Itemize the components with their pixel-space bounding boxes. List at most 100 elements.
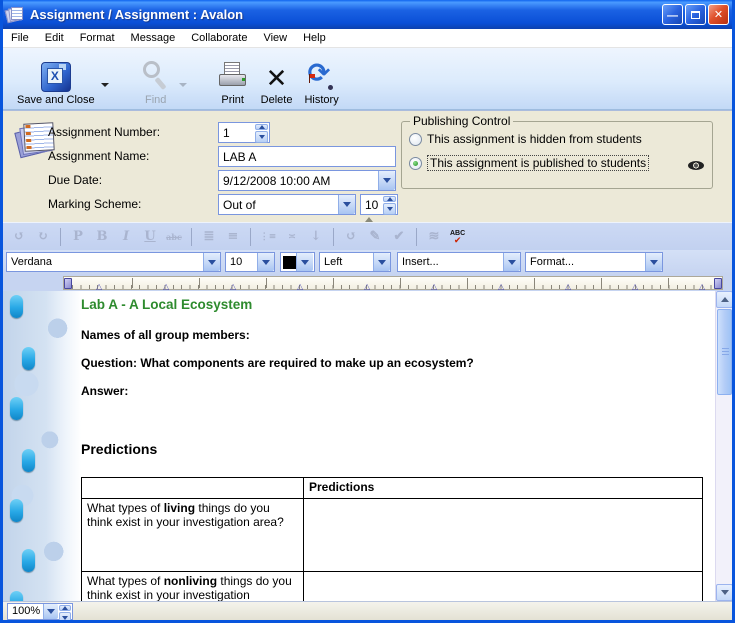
hidden-radio[interactable] [409,133,422,146]
editor-content: Lab A - A Local Ecosystem Names of all g… [3,291,732,601]
chevron-down-icon [373,253,390,271]
menu-help[interactable]: Help [295,31,334,45]
assignment-form-panel: Assignment Number: 1 Assignment Name: LA… [3,110,732,222]
save-dropdown-arrow[interactable] [101,58,115,108]
doc-title: Lab A - A Local Ecosystem [81,297,252,312]
hidden-option-row[interactable]: This assignment is hidden from students [409,132,642,146]
paragraph-icon[interactable]: P [68,229,88,244]
numbered-list-icon[interactable]: ≡ [223,229,243,244]
font-family-dropdown[interactable]: Verdana [6,252,221,272]
bullet-list-icon[interactable]: ≣ [199,229,219,244]
left-margin-marker[interactable] [64,278,72,289]
doc-question-line: Question: What components are required t… [81,356,474,370]
move-down-icon[interactable]: ↓ [306,229,326,244]
published-radio[interactable] [409,157,422,170]
italic-icon[interactable]: I [116,229,136,244]
formatting-toolbar: ↺ ↻ P B I U abc ≣ ≡ ⋮≡ ≍ ↓ ↺ ✎ ✔ ≋ ABC ✔ [3,222,732,250]
marking-scheme-label: Marking Scheme: [48,197,141,211]
menu-collaborate[interactable]: Collaborate [183,31,255,45]
accept-edit-icon[interactable]: ✔ [389,229,409,244]
font-size-dropdown[interactable]: 10 [225,252,275,272]
format-dropdown[interactable]: Format... [525,252,663,272]
assignment-name-input[interactable]: LAB A [218,146,396,167]
notebook-spine [3,291,81,601]
find-button[interactable]: Find [133,52,179,108]
signature-icon[interactable]: ≋ [424,229,444,244]
chevron-down-icon [378,171,395,190]
save-and-close-button[interactable]: X Save and Close [11,52,101,108]
status-bar: 100% [3,601,732,620]
answer-cell[interactable] [304,572,703,602]
alignment-dropdown[interactable]: Left [319,252,391,272]
predictions-table: Predictions What types of living things … [81,477,703,601]
strikethrough-icon[interactable]: abc [164,232,184,242]
delete-button[interactable]: ✕ Delete [255,52,299,108]
underline-icon[interactable]: U [140,229,160,244]
splitter-grip[interactable] [365,213,373,222]
main-toolbar: X Save and Close Find Print ✕ Delete ⟳ H… [3,48,732,110]
chevron-down-icon [257,253,274,271]
number-up-button[interactable] [255,124,268,130]
due-date-dropdown[interactable]: 9/12/2008 10:00 AM [218,170,396,191]
bold-icon[interactable]: B [92,229,112,244]
font-toolbar: Verdana 10 Left Insert... Format... [3,250,732,275]
menu-format[interactable]: Format [72,31,123,45]
marking-points-spinner[interactable]: 10 [360,194,398,215]
window-title: Assignment / Assignment : Avalon [30,7,243,22]
published-option-row[interactable]: This assignment is published to students [409,155,649,171]
menu-view[interactable]: View [255,31,295,45]
zoom-control[interactable]: 100% [7,603,73,620]
publishing-control-group: Publishing Control This assignment is hi… [401,121,713,189]
menu-message[interactable]: Message [123,31,184,45]
pen-icon[interactable]: ✎ [365,229,385,244]
number-down-button[interactable] [255,131,268,143]
points-down-button[interactable] [383,203,396,215]
maximize-button[interactable] [685,4,706,25]
chevron-down-icon [645,253,662,271]
document-page[interactable]: Lab A - A Local Ecosystem Names of all g… [81,291,715,601]
doc-names-line: Names of all group members: [81,328,250,342]
table-row: What types of living things do you think… [82,499,703,572]
insert-dropdown[interactable]: Insert... [397,252,521,272]
indent-icon[interactable]: ⋮≡ [258,232,278,242]
spellcheck-icon[interactable]: ABC ✔ [450,231,465,243]
line-spacing-icon[interactable]: ≍ [282,232,302,242]
undo-icon[interactable]: ↺ [9,229,29,244]
redo-icon[interactable]: ↻ [33,229,53,244]
zoom-value: 100% [8,604,43,619]
scrollbar-thumb[interactable] [717,309,732,395]
answer-cell[interactable] [304,499,703,572]
rotate-icon[interactable]: ↺ [341,229,361,244]
delete-icon: ✕ [266,64,288,92]
eye-icon [688,161,704,170]
font-color-dropdown[interactable] [280,252,315,272]
chevron-down-icon[interactable] [43,604,58,619]
points-up-button[interactable] [383,196,396,202]
scroll-down-button[interactable] [716,584,732,601]
vertical-scrollbar[interactable] [715,291,732,601]
print-button[interactable]: Print [211,52,255,108]
predictions-header-cell: Predictions [304,478,703,499]
close-button[interactable]: ✕ [708,4,729,25]
save-icon: X [41,62,71,92]
menu-edit[interactable]: Edit [37,31,72,45]
marking-scheme-dropdown[interactable]: Out of [218,194,356,215]
find-dropdown-arrow[interactable] [179,58,193,108]
zoom-up-button[interactable] [59,605,71,611]
history-button[interactable]: ⟳ History [298,52,344,108]
empty-header-cell [82,478,304,499]
printer-icon [217,62,249,92]
scroll-up-button[interactable] [716,291,732,308]
spiral-ring-icon [10,397,23,420]
chevron-down-icon [296,253,313,271]
chevron-down-icon [203,253,220,271]
menu-file[interactable]: File [3,31,37,45]
right-margin-marker[interactable] [714,278,722,289]
table-row: What types of nonliving things do you th… [82,572,703,602]
assignment-number-spinner[interactable]: 1 [218,122,270,143]
question-cell: What types of nonliving things do you th… [82,572,304,602]
app-icon [6,7,24,23]
ruler: △△△△△△△△△△ [63,276,723,290]
zoom-down-button[interactable] [59,612,71,623]
minimize-button[interactable]: — [662,4,683,25]
